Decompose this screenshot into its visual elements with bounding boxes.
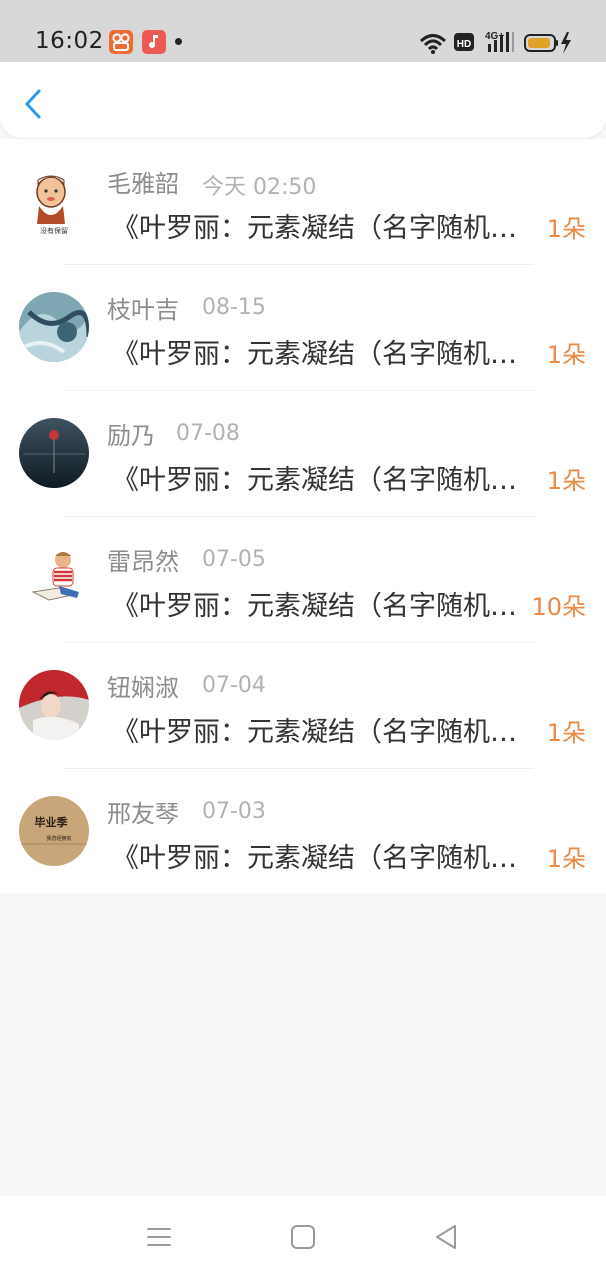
flower-count: 1朵 xyxy=(546,467,586,495)
back-triangle-icon[interactable] xyxy=(430,1221,462,1253)
list-item[interactable]: 没有保留 毛雅韶 今天 02:50 《叶罗丽：元素凝结（名字随机）》 1朵 xyxy=(0,139,606,265)
home-square-icon[interactable] xyxy=(287,1221,319,1253)
status-time: 16:02 xyxy=(35,28,104,54)
list-item[interactable]: 钮娴淑 07-04 《叶罗丽：元素凝结（名字随机）》 1朵 xyxy=(0,643,606,769)
list-item[interactable]: 枝叶吉 08-15 《叶罗丽：元素凝结（名字随机）》 1朵 xyxy=(0,265,606,391)
send-date: 07-04 xyxy=(202,673,266,698)
avatar-subtext: 我曾经拥有 xyxy=(46,835,71,842)
book-title: 《叶罗丽：元素凝结（名字随机）》 xyxy=(112,717,530,748)
flower-count: 1朵 xyxy=(546,845,586,873)
sender-name: 钮娴淑 xyxy=(107,674,179,702)
send-date: 07-03 xyxy=(202,799,266,824)
list-item[interactable]: 毕业季 我曾经拥有 邢友琴 07-03 《叶罗丽：元素凝结（名字随机）》 1朵 xyxy=(0,769,606,895)
book-title: 《叶罗丽：元素凝结（名字随机）》 xyxy=(112,843,530,874)
sender-name: 邢友琴 xyxy=(107,800,179,828)
flower-count: 1朵 xyxy=(546,341,586,369)
book-title: 《叶罗丽：元素凝结（名字随机）》 xyxy=(112,591,530,622)
signal-icon: 4G+ xyxy=(485,31,514,52)
notification-dot xyxy=(175,38,182,45)
girl-red-avatar[interactable] xyxy=(19,670,89,740)
sender-name: 枝叶吉 xyxy=(107,296,179,324)
header-bar xyxy=(0,62,606,138)
list-item[interactable]: 励乃 07-08 《叶罗丽：元素凝结（名字随机）》 1朵 xyxy=(0,391,606,517)
flower-count: 10朵 xyxy=(531,593,586,621)
battery-icon xyxy=(524,32,571,54)
graduation-avatar[interactable]: 毕业季 我曾经拥有 xyxy=(19,796,89,866)
avatar-text: 毕业季 xyxy=(35,815,69,829)
system-nav-bar xyxy=(0,1196,606,1280)
menu-icon[interactable] xyxy=(143,1221,175,1253)
flower-record-list: 没有保留 毛雅韶 今天 02:50 《叶罗丽：元素凝结（名字随机）》 1朵 枝叶… xyxy=(0,139,606,893)
send-date: 08-15 xyxy=(202,295,266,320)
sender-name: 毛雅韶 xyxy=(107,170,179,198)
sender-name: 励乃 xyxy=(107,422,155,450)
charging-icon xyxy=(561,32,571,54)
book-title: 《叶罗丽：元素凝结（名字随机）》 xyxy=(112,213,530,244)
flower-count: 1朵 xyxy=(546,215,586,243)
chevron-left-icon[interactable] xyxy=(20,86,46,122)
book-title: 《叶罗丽：元素凝结（名字随机）》 xyxy=(112,339,530,370)
send-date: 07-05 xyxy=(202,547,266,572)
book-title: 《叶罗丽：元素凝结（名字随机）》 xyxy=(112,465,530,496)
send-date: 今天 02:50 xyxy=(202,175,317,200)
reading-boy-avatar[interactable] xyxy=(19,544,89,614)
avatar-caption: 没有保留 xyxy=(40,226,68,235)
status-bar: 16:02 HD 4G+ xyxy=(0,0,606,62)
hd-label: HD xyxy=(457,39,471,50)
dark-rose-avatar[interactable] xyxy=(19,418,89,488)
wifi-icon xyxy=(419,34,447,54)
flower-count: 1朵 xyxy=(546,719,586,747)
list-item[interactable]: 雷昂然 07-05 《叶罗丽：元素凝结（名字随机）》 10朵 xyxy=(0,517,606,643)
send-date: 07-08 xyxy=(176,421,240,446)
cartoon-man-avatar[interactable]: 没有保留 xyxy=(19,166,89,236)
blue-abstract-avatar[interactable] xyxy=(19,292,89,362)
sender-name: 雷昂然 xyxy=(107,548,179,576)
music-app-icon xyxy=(142,30,166,54)
kuaishou-app-icon xyxy=(109,30,133,54)
hd-icon: HD xyxy=(454,33,474,51)
